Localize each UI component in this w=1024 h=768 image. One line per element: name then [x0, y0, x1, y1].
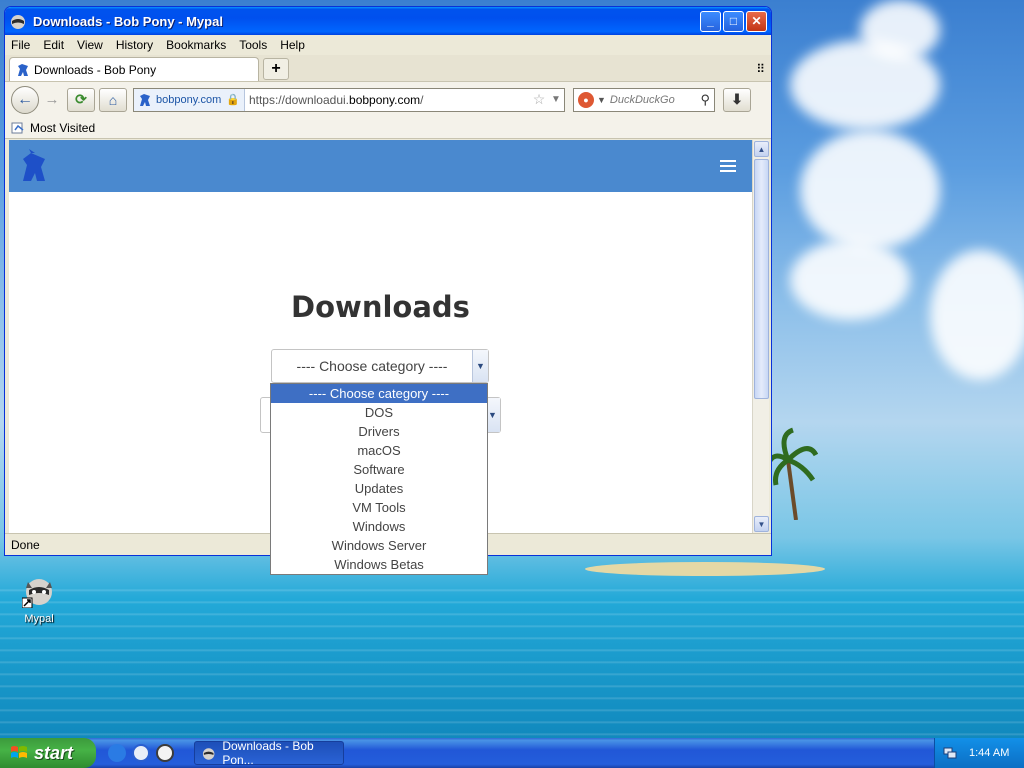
duckduckgo-icon[interactable]: ●	[578, 91, 594, 108]
scroll-down-icon[interactable]: ▼	[754, 516, 769, 532]
reload-icon: ⟳	[75, 91, 87, 107]
home-button[interactable]: ⌂	[99, 87, 127, 112]
category-option[interactable]: Software	[271, 460, 487, 479]
tab-downloads[interactable]: Downloads - Bob Pony	[9, 57, 259, 81]
system-tray: 1:44 AM	[934, 738, 1024, 768]
windows-logo-icon	[11, 746, 27, 758]
bobpony-favicon-icon	[140, 93, 150, 106]
scroll-up-icon[interactable]: ▲	[754, 141, 769, 157]
sea-waves	[0, 580, 1024, 740]
start-label: start	[34, 742, 74, 763]
chevron-down-icon: ▼	[472, 350, 488, 382]
close-button[interactable]: ✕	[746, 10, 767, 32]
url-path: /	[420, 92, 424, 107]
forward-button[interactable]: →	[41, 89, 63, 111]
taskbar-button-label: Downloads - Bob Pon...	[222, 739, 314, 767]
maximize-button[interactable]: □	[723, 10, 744, 32]
new-tab-button[interactable]: +	[263, 58, 289, 80]
tab-overflow-icon[interactable]: ⠿	[756, 62, 765, 76]
hamburger-menu-icon[interactable]	[720, 157, 736, 175]
cloud	[790, 240, 910, 320]
most-visited-icon	[11, 122, 24, 133]
start-button[interactable]: start	[0, 738, 96, 768]
downloads-button[interactable]: ⬇	[723, 87, 751, 112]
search-icon[interactable]: ⚲	[700, 92, 710, 108]
category-option[interactable]: VM Tools	[271, 498, 487, 517]
url-domain: bobpony.com	[349, 92, 421, 107]
cloud	[860, 0, 940, 60]
category-option[interactable]: Windows Betas	[271, 555, 487, 574]
palm-tree-icon	[768, 427, 818, 520]
vertical-scrollbar[interactable]: ▲ ▼	[752, 140, 769, 533]
most-visited-link[interactable]: Most Visited	[30, 121, 95, 135]
category-option[interactable]: Updates	[271, 479, 487, 498]
category-option[interactable]: Windows Server	[271, 536, 487, 555]
reload-button[interactable]: ⟳	[67, 87, 95, 112]
cloud	[930, 250, 1024, 380]
taskbar: start Downloads - Bob Pon... 1:44 AM	[0, 738, 1024, 768]
mypal-app-icon	[202, 748, 215, 760]
quick-launch	[108, 744, 180, 762]
menu-edit[interactable]: Edit	[43, 38, 64, 52]
tab-bar: Downloads - Bob Pony + ⠿	[5, 55, 771, 81]
raccoon-icon	[21, 579, 52, 609]
scrollbar-thumb[interactable]	[754, 159, 769, 399]
desktop-icon-mypal[interactable]: Mypal	[14, 574, 64, 625]
search-placeholder: DuckDuckGo	[609, 93, 675, 106]
category-select-value: ---- Choose category ----	[296, 358, 448, 374]
bobpony-logo-icon[interactable]	[19, 149, 49, 183]
window-title: Downloads - Bob Pony - Mypal	[33, 13, 223, 29]
navigation-toolbar: ← → ⟳ ⌂ bobpony.com 🔒 https://downloadui…	[5, 81, 771, 117]
minimize-button[interactable]: _	[700, 10, 721, 32]
desktop-icon-label: Mypal	[24, 613, 54, 625]
clock: 1:44 AM	[969, 747, 1010, 759]
site-identity[interactable]: bobpony.com 🔒	[134, 88, 245, 111]
address-bar[interactable]: bobpony.com 🔒 https://downloadui.bobpony…	[133, 87, 565, 112]
cloud	[800, 130, 940, 250]
url-prefix: https://downloadui.	[248, 92, 350, 107]
site-navbar	[9, 140, 752, 192]
taskbar-button-downloads[interactable]: Downloads - Bob Pon...	[194, 739, 344, 767]
browser-quicklaunch-icon[interactable]	[132, 744, 150, 762]
tab-title: Downloads - Bob Pony	[34, 62, 157, 77]
back-button[interactable]: ←	[11, 85, 39, 114]
back-arrow-icon: ←	[17, 90, 33, 108]
island	[585, 562, 825, 576]
menu-tools[interactable]: Tools	[239, 38, 267, 52]
category-option[interactable]: Drivers	[271, 422, 487, 441]
page-title: Downloads	[291, 290, 470, 324]
title-bar[interactable]: Downloads - Bob Pony - Mypal _ □ ✕	[5, 7, 771, 35]
category-option[interactable]: DOS	[271, 403, 487, 422]
menu-bar: File Edit View History Bookmarks Tools H…	[5, 35, 771, 55]
menu-view[interactable]: View	[77, 38, 103, 52]
url-text[interactable]: https://downloadui.bobpony.com/	[245, 93, 530, 107]
bobpony-favicon-icon	[18, 63, 28, 76]
bookmark-star-icon[interactable]: ☆	[530, 91, 548, 108]
category-select[interactable]: ---- Choose category ---- ▼	[271, 349, 489, 383]
menu-history[interactable]: History	[116, 38, 153, 52]
url-history-dropdown-icon[interactable]: ▼	[548, 94, 564, 105]
forward-arrow-icon: →	[44, 91, 60, 108]
media-player-icon[interactable]	[156, 744, 174, 762]
category-dropdown-list[interactable]: ---- Choose category ---- DOS Drivers ma…	[270, 383, 488, 575]
menu-bookmarks[interactable]: Bookmarks	[166, 38, 226, 52]
search-engine-dropdown-icon[interactable]: ▼	[597, 95, 606, 105]
category-option[interactable]: macOS	[271, 441, 487, 460]
category-option[interactable]: ---- Choose category ----	[271, 384, 487, 403]
internet-explorer-icon[interactable]	[108, 744, 126, 762]
bookmarks-toolbar: Most Visited	[5, 117, 771, 139]
network-icon[interactable]	[943, 746, 957, 760]
search-bar[interactable]: ● ▼ DuckDuckGo ⚲	[573, 87, 715, 112]
menu-file[interactable]: File	[11, 38, 30, 52]
menu-help[interactable]: Help	[280, 38, 305, 52]
home-icon: ⌂	[108, 91, 118, 108]
mypal-app-icon	[11, 15, 25, 29]
download-arrow-icon: ⬇	[731, 91, 743, 107]
identity-label: bobpony.com	[156, 93, 222, 106]
status-text: Done	[11, 537, 40, 552]
category-option[interactable]: Windows	[271, 517, 487, 536]
lock-icon: 🔒	[226, 94, 240, 106]
